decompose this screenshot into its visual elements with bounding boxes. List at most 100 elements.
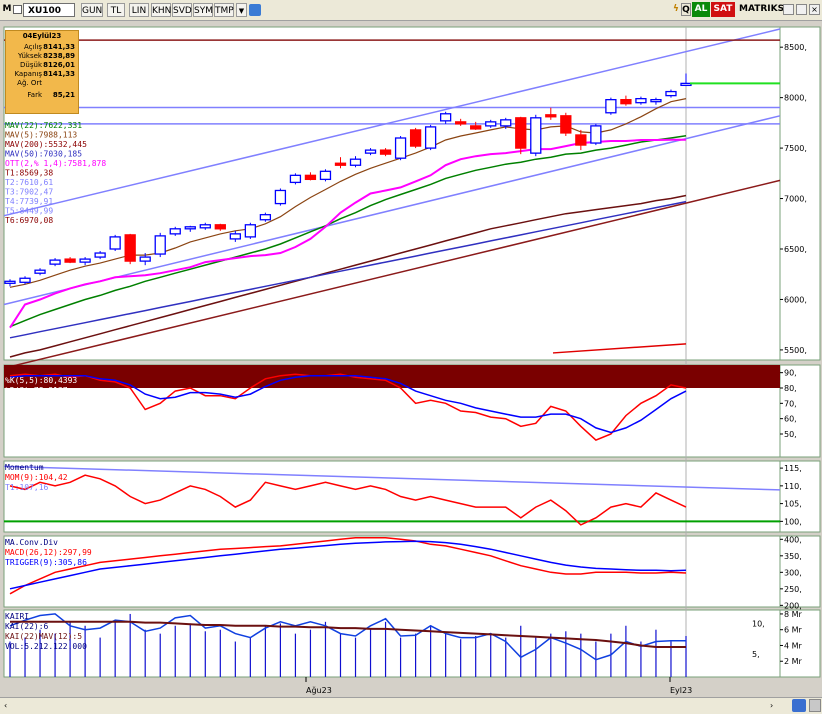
sym-button[interactable]: SYM (193, 3, 213, 17)
kairi-title: KAIRI (5, 612, 29, 621)
price-axis-tick-label-4: 6500, (784, 245, 807, 254)
info-value-open: 8141,33 (43, 43, 75, 51)
indicator-label-2: MAV(200):5532,445 (5, 140, 87, 149)
stoch-axis-tick-label-3: 60, (784, 415, 797, 424)
candle-body (259, 214, 272, 221)
candle-body (304, 174, 317, 181)
stoch-axis-tick-label-0: 90, (784, 369, 797, 378)
info-value-low: 8126,01 (43, 61, 75, 69)
svd-button[interactable]: SVD (172, 3, 192, 17)
candle-body (34, 269, 46, 274)
kairi-series-label-1: KAI(22)MAV(12):5 (5, 632, 82, 641)
info-label-open: Açılış (24, 43, 42, 51)
twitter-icon[interactable] (249, 4, 261, 16)
candle-body (515, 117, 527, 149)
candle-body (364, 149, 377, 154)
tmp-button[interactable]: TMP (214, 3, 234, 17)
chart-canvas[interactable]: 8500, 8000, 7500, 7000, 6500, 6000, 5500, MAV(2… (0, 20, 822, 697)
stoch-axis-tick-label-4: 50, (784, 430, 797, 439)
candle-body (394, 137, 407, 159)
stoch-axis-tick-label-1: 80, (784, 384, 797, 393)
symbol-checkbox[interactable] (13, 5, 22, 14)
function-icon[interactable] (792, 699, 806, 712)
settings-icon[interactable] (809, 699, 821, 712)
candle-body (109, 236, 121, 250)
candle-body (530, 117, 542, 154)
axis-panel-1 (779, 364, 821, 458)
thunder-icon[interactable]: ϟ (671, 2, 681, 17)
info-label-low: Düşük (20, 61, 42, 69)
kairi-axis-label-0: 10, (752, 619, 765, 628)
candle-body (214, 224, 226, 230)
period-button-gun[interactable]: GUN (81, 3, 103, 17)
info-value-high: 8238,89 (43, 52, 75, 60)
volume-axis-tick-label-3: 2 Mr (784, 657, 803, 666)
momentum-mom-label: MOM(9):104,42 (5, 473, 68, 482)
close-icon[interactable]: × (809, 4, 820, 15)
scale-button-lin[interactable]: LIN (129, 3, 149, 17)
kairi-series-label-2: VOL:5.212.122.000 (5, 642, 87, 651)
indicator-label-0: MAV(22):7622,331 (5, 121, 82, 130)
momentum-axis-tick-label-2: 105, (784, 500, 802, 509)
candle-body (184, 226, 196, 230)
candle-body (139, 256, 151, 262)
candle-body (635, 97, 647, 104)
macd-label: MACD(26,12):297,99 (5, 548, 92, 557)
candle-body (545, 114, 557, 118)
bottom-scrollbar[interactable]: ‹ › (0, 697, 822, 714)
x-label-aug: Ağu23 (306, 686, 332, 695)
symbol-input[interactable]: XU100 (23, 3, 75, 17)
indicator-label-7: T3:7902,47 (5, 188, 53, 197)
kairi-axis-label-1: 5, (752, 650, 760, 659)
macd-axis-tick-label-0: 400, (784, 535, 802, 544)
currency-button-tl[interactable]: TL (107, 3, 125, 17)
candle-body (455, 121, 467, 125)
stoch-axis-tick-label-2: 70, (784, 399, 797, 408)
momentum-axis-tick-label-3: 100, (784, 517, 802, 526)
candle-body (665, 90, 677, 97)
indicator-label-6: T2:7610,61 (5, 178, 53, 187)
price-axis-tick-label-3: 7000, (784, 195, 807, 204)
volume-axis-tick-label-1: 6 Mr (784, 626, 803, 635)
candle-body (19, 277, 31, 283)
buy-button[interactable]: AL (692, 2, 710, 17)
candle-body (560, 115, 572, 134)
momentum-axis-tick-label-1: 110, (784, 482, 802, 491)
candle-body (124, 234, 136, 262)
trigger-label: TRIGGER(9):305,86 (5, 558, 87, 567)
panel-3 (3, 535, 781, 608)
maximize-icon[interactable] (796, 4, 807, 15)
price-axis-tick-label-1: 8000, (784, 94, 807, 103)
app-logo: M (2, 4, 12, 14)
candle-body (680, 82, 692, 87)
indicator-label-4: OTT(2,% 1,4):7581,878 (5, 159, 106, 168)
indicator-label-5: T1:8569,38 (5, 169, 53, 178)
macd-axis-tick-label-1: 350, (784, 552, 802, 561)
momentum-t1-label: T1:107,16 (5, 483, 49, 492)
indicator-label-8: T4:7739,91 (5, 197, 53, 206)
price-axis-tick-label-0: 8500, (784, 43, 807, 52)
scroll-right-icon[interactable]: › (770, 701, 773, 710)
info-label-close: Kapanış (14, 70, 42, 78)
khn-button[interactable]: KHN (151, 3, 171, 17)
scroll-left-icon[interactable]: ‹ (4, 701, 7, 710)
x-label-sep: Eyl23 (670, 686, 692, 695)
minimize-icon[interactable] (783, 4, 794, 15)
macd-axis-tick-label-3: 250, (784, 585, 802, 594)
q-icon[interactable]: Q (681, 3, 691, 16)
dropdown-arrow-icon[interactable]: ▼ (236, 3, 247, 17)
volume-axis-tick-label-2: 4 Mr (784, 641, 803, 650)
candle-body (349, 158, 362, 166)
candle-body (199, 224, 211, 229)
candle-body (650, 99, 662, 103)
momentum-title: Momentum (5, 463, 44, 472)
candle-body (319, 170, 332, 181)
info-label-wavg: Ağ. Ort (17, 79, 42, 87)
candle-body (49, 259, 61, 265)
candle-body (274, 189, 287, 205)
indicator-label-10: T6:6970,08 (5, 216, 53, 225)
candle-body (244, 224, 257, 238)
ohlc-info-box: 04Eylül23 Açılış 8141,33 Yüksek 8238,89 Dü… (5, 30, 79, 114)
sell-button[interactable]: SAT (711, 2, 735, 17)
candle-body (379, 149, 392, 155)
